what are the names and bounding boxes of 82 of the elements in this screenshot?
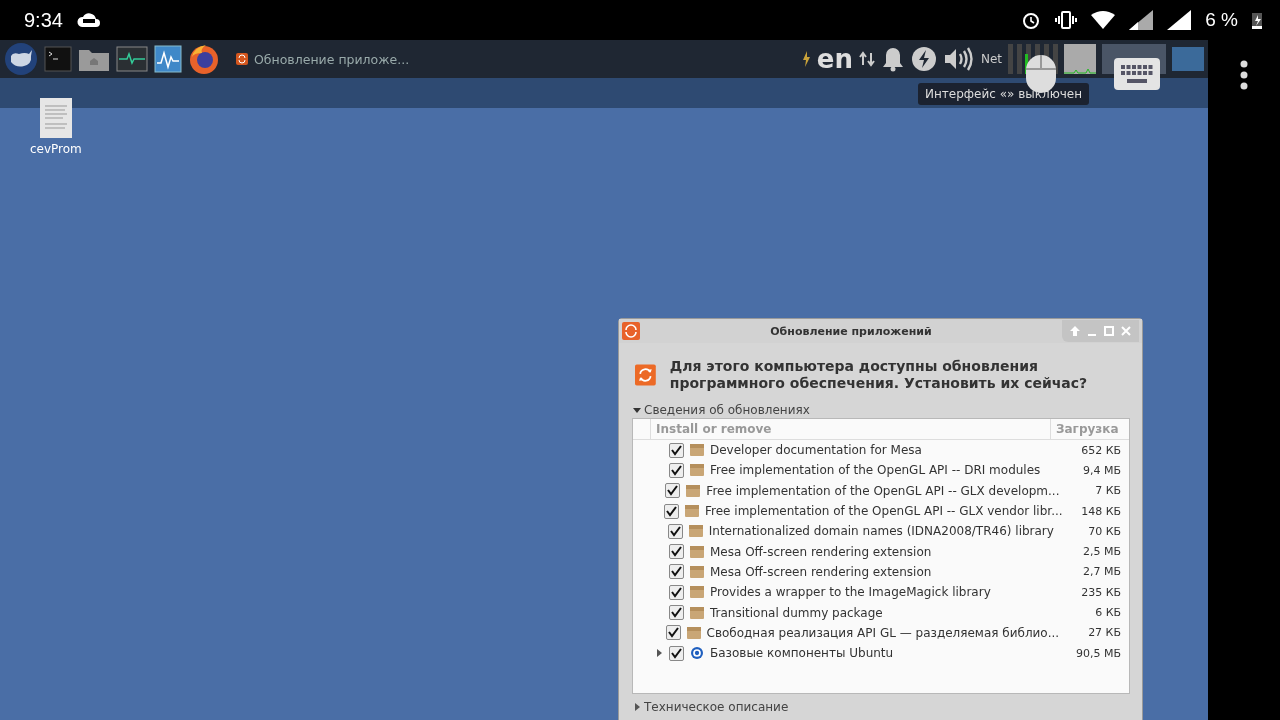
terminal-icon[interactable] [44,46,72,72]
expander-icon[interactable] [655,649,663,658]
package-name: Free implementation of the OpenGL API -- DRI modules [710,463,1042,478]
wifi-icon [1091,11,1116,29]
desktop-file-label[interactable]: cevProm [30,142,82,156]
tooltip: Интерфейс «» выключен [918,83,1090,105]
package-icon [686,484,701,497]
download-size: 148 КБ [1080,504,1122,518]
package-name: Free implementation of the OpenGL API -- GLX developm... [706,483,1060,498]
update-app-icon [622,322,640,340]
volume-icon[interactable] [942,46,975,72]
package-icon [690,586,704,599]
package-name: Mesa Off-screen rendering extension [710,544,933,559]
activity-monitor-icon[interactable] [154,45,182,73]
details-expander[interactable]: Сведения об обновлениях [644,403,810,417]
package-icon [685,505,700,518]
download-size: 2,5 МБ [1081,545,1122,559]
download-size: 652 КБ [1080,443,1122,457]
desktop-file[interactable]: cevProm [30,98,82,156]
checkbox[interactable] [664,503,680,519]
taskbar-task[interactable]: Обновление приложе... [236,51,410,67]
workspace-thumbnail[interactable] [1172,47,1204,71]
package-name: Transitional dummy package [710,605,884,620]
ubuntu-logo-icon [690,647,704,660]
window-title: Обновление приложений [769,324,933,338]
expander-icon[interactable] [633,703,641,711]
package-name: Internationalized domain names (IDNA2008/TR46) library [708,524,1054,539]
document-icon[interactable] [39,98,72,138]
network-label[interactable]: Net [980,52,1002,66]
bell-icon[interactable] [880,46,905,72]
keyboard-icon[interactable] [1114,58,1160,90]
package-icon [690,606,704,619]
signal-icon [1129,10,1154,30]
checkbox[interactable] [669,564,684,580]
checkbox[interactable] [669,462,684,478]
vibrate-icon [1055,10,1078,30]
download-size: 235 КБ [1080,585,1122,599]
package-icon [690,464,704,477]
package-icon [688,525,703,538]
package-icon [690,545,704,558]
checkbox[interactable] [665,625,681,641]
update-question: Для этого компьютера доступны обновления программного обеспечения. Установить их сейчас? [669,357,1089,393]
cloud-icon [76,12,101,28]
checkbox[interactable] [669,442,684,458]
menu-logo-icon[interactable] [4,42,38,76]
firefox-icon[interactable] [188,43,220,75]
package-icon [690,444,704,457]
signal-icon [1167,10,1192,30]
download-size: 6 КБ [1094,606,1122,619]
update-app-icon [236,53,248,65]
system-monitor-icon[interactable] [116,46,148,72]
checkbox[interactable] [669,645,684,661]
technical-description-expander[interactable]: Техническое описание [644,700,789,714]
checkbox[interactable] [669,584,684,600]
download-size: 9,4 МБ [1081,463,1122,477]
overflow-menu-icon[interactable] [1240,60,1248,90]
package-name: Free implementation of the OpenGL API -- GLX vendor libr... [705,504,1063,519]
power-plug-icon[interactable] [800,49,811,69]
checkbox[interactable] [669,544,684,560]
keyboard-layout[interactable]: en [816,46,853,72]
status-time: 9:34 [24,8,63,32]
download-size: 27 КБ [1087,626,1122,640]
expander-icon[interactable] [633,406,641,414]
checkbox[interactable] [665,483,681,499]
download-size: 7 КБ [1094,484,1122,498]
download-size: 2,7 МБ [1081,565,1122,579]
download-size: 70 КБ [1087,524,1122,538]
checkbox[interactable] [667,523,683,539]
package-name: Provides a wrapper to the ImageMagick library [710,585,992,600]
checkbox[interactable] [669,605,684,620]
battery-icon [1252,11,1262,29]
arrows-icon[interactable] [858,51,875,67]
package-icon [690,565,704,578]
package-name: Developer documentation for Mesa [710,443,923,458]
download-size: 90,5 МБ [1074,646,1122,660]
power-icon[interactable] [910,46,937,72]
alarm-icon [1021,10,1042,30]
package-name: Mesa Off-screen rendering extension [710,564,933,579]
package-icon [686,626,701,639]
package-name: Базовые компоненты Ubuntu [710,646,895,661]
battery-percent: 6 % [1205,9,1238,31]
package-name: Свободная реализация API GL — разделяемая библио... [706,625,1060,640]
